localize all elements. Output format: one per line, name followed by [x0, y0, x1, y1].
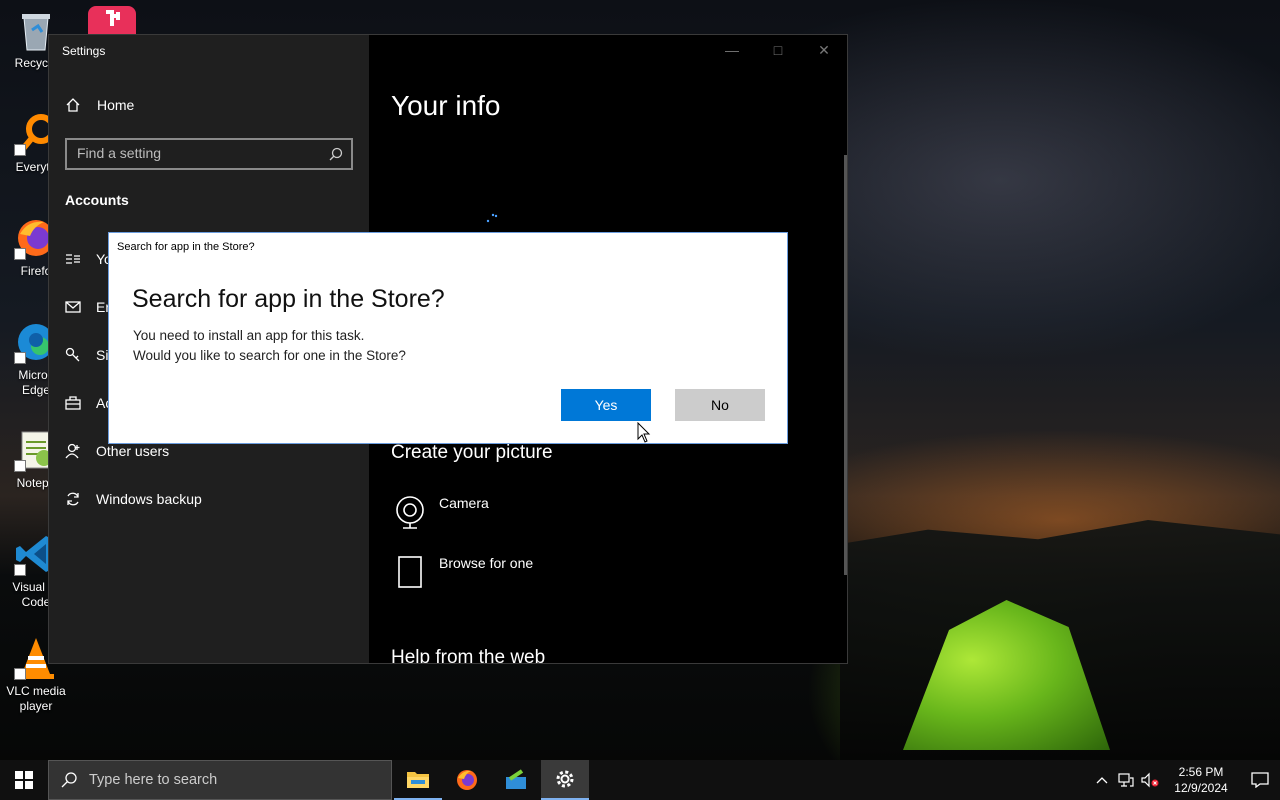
taskbar-search-placeholder: Type here to search: [89, 772, 218, 788]
section-title-accounts: Accounts: [65, 192, 129, 208]
camera-option[interactable]: Camera: [395, 495, 489, 529]
no-button[interactable]: No: [675, 389, 765, 421]
taskbar-search-input[interactable]: Type here to search: [48, 760, 392, 800]
maximize-icon[interactable]: □: [755, 35, 801, 65]
picture-option-label: Camera: [439, 495, 489, 511]
search-icon[interactable]: [329, 147, 343, 161]
volume-muted-icon[interactable]: [1138, 760, 1162, 800]
picture-option-label: Browse for one: [439, 555, 534, 571]
search-icon: [61, 772, 77, 788]
find-setting-placeholder: Find a setting: [77, 145, 162, 161]
shortcut-arrow-icon: [14, 564, 26, 576]
file-icon: [395, 555, 425, 588]
start-button[interactable]: [0, 760, 48, 800]
create-picture-heading: Create your picture: [391, 442, 553, 463]
content-scrollbar[interactable]: [844, 155, 847, 575]
camera-icon: [395, 495, 425, 529]
store-search-dialog: Search for app in the Store? Search for …: [108, 232, 788, 444]
find-setting-input[interactable]: Find a setting: [65, 138, 353, 170]
system-tray: 2:56 PM 12/9/2024: [1090, 760, 1280, 800]
briefcase-icon: [65, 395, 81, 411]
windows-logo-icon: [15, 771, 33, 789]
shortcut-arrow-icon: [14, 460, 26, 472]
action-center-icon[interactable]: [1240, 760, 1280, 800]
close-icon[interactable]: ✕: [801, 35, 847, 65]
nav-item-label: Si: [96, 347, 109, 363]
pinned-app-icon[interactable]: [88, 6, 136, 36]
minimize-icon[interactable]: —: [709, 35, 755, 65]
nav-email-accounts[interactable]: Er: [65, 297, 110, 317]
shortcut-arrow-icon: [14, 668, 26, 680]
taskbar-file-explorer[interactable]: [394, 760, 442, 800]
dialog-message-line: You need to install an app for this task…: [133, 328, 365, 343]
network-icon[interactable]: [1114, 760, 1138, 800]
window-title: Settings: [62, 44, 106, 58]
sync-icon: [65, 491, 81, 507]
notepad-plus-icon: [506, 769, 526, 789]
nav-home-label: Home: [97, 97, 135, 113]
shortcut-arrow-icon: [14, 144, 26, 156]
nav-item-label: Windows backup: [96, 491, 202, 507]
mail-icon: [65, 299, 81, 315]
nav-sign-in-options[interactable]: Si: [65, 345, 108, 365]
taskbar-firefox[interactable]: [443, 760, 491, 800]
mouse-cursor-icon: [637, 421, 651, 444]
taskbar: Type here to search 2:56 PM 12/9/2024: [0, 760, 1280, 800]
clock-date: 12/9/2024: [1174, 781, 1228, 795]
nav-windows-backup[interactable]: Windows backup: [65, 489, 202, 509]
shortcut-arrow-icon: [14, 248, 26, 260]
nav-access-work[interactable]: Ac: [65, 393, 112, 413]
person-add-icon: [65, 443, 81, 459]
dialog-heading: Search for app in the Store?: [132, 285, 445, 313]
chevron-up-icon[interactable]: [1090, 760, 1114, 800]
nav-item-label: Other users: [96, 443, 170, 459]
browse-option[interactable]: Browse for one: [395, 555, 534, 588]
key-icon: [65, 347, 81, 363]
page-title: Your info: [391, 90, 501, 121]
nav-other-users[interactable]: Other users: [65, 441, 169, 461]
shortcut-arrow-icon: [14, 352, 26, 364]
yes-button[interactable]: Yes: [561, 389, 651, 421]
home-icon: [65, 97, 81, 113]
person-card-icon: [65, 251, 81, 267]
clock-time: 2:56 PM: [1178, 765, 1224, 779]
taskbar-notepad-plus[interactable]: [492, 760, 540, 800]
help-heading: Help from the web: [391, 647, 546, 664]
dialog-title: Search for app in the Store?: [117, 241, 255, 253]
desktop-icon-label: VLC media player: [6, 684, 66, 713]
nav-your-info[interactable]: Yo: [65, 249, 112, 269]
firefox-icon: [457, 770, 477, 790]
gear-icon: [556, 770, 574, 788]
nav-home[interactable]: Home: [65, 97, 134, 113]
taskbar-settings[interactable]: [541, 760, 589, 800]
window-controls: — □ ✕: [709, 35, 847, 65]
dialog-message-line: Would you like to search for one in the …: [133, 348, 406, 363]
loading-spinner-icon: [485, 213, 501, 229]
clock[interactable]: 2:56 PM 12/9/2024: [1162, 764, 1240, 796]
folder-icon: [407, 772, 429, 788]
